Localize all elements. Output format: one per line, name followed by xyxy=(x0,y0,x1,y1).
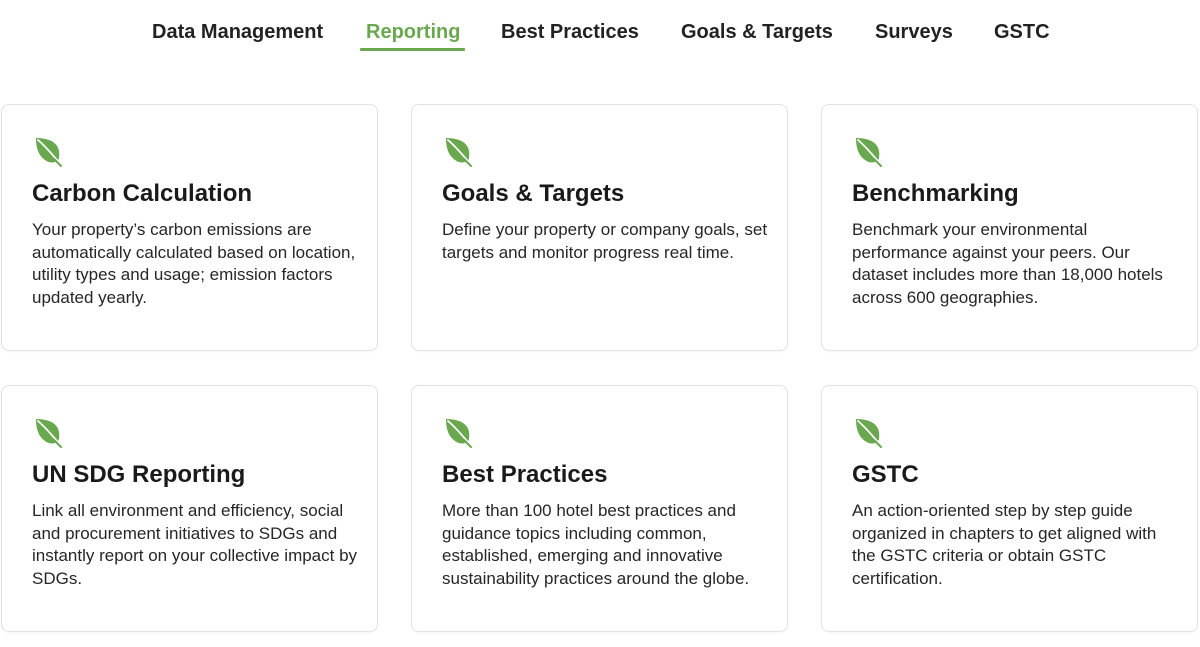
card-description: Benchmark your environmental performance… xyxy=(852,220,1163,307)
active-tab-indicator xyxy=(360,48,465,51)
card-description: Define your property or company goals, s… xyxy=(442,220,768,262)
tab-gstc[interactable]: GSTC xyxy=(994,20,1050,44)
feature-card-benchmarking[interactable]: Benchmarking Benchmark your environmenta… xyxy=(821,104,1198,351)
tab-surveys[interactable]: Surveys xyxy=(875,20,953,44)
card-title: GSTC xyxy=(852,461,919,488)
leaf-icon xyxy=(36,419,62,448)
card-title: UN SDG Reporting xyxy=(32,461,246,488)
feature-card-goals-targets[interactable]: Goals & Targets Define your property or … xyxy=(411,104,788,351)
tab-goals-targets[interactable]: Goals & Targets xyxy=(681,20,833,44)
card-description: An action-oriented step by step guide or… xyxy=(852,501,1157,588)
card-title: Carbon Calculation xyxy=(32,180,253,207)
feature-card-gstc[interactable]: GSTC An action-oriented step by step gui… xyxy=(821,385,1198,632)
card-description: Link all environment and efficiency, soc… xyxy=(32,501,358,588)
leaf-icon xyxy=(446,138,472,167)
card-description: Your property’s carbon emissions are aut… xyxy=(32,220,356,307)
tab-best-practices[interactable]: Best Practices xyxy=(501,20,639,44)
leaf-icon xyxy=(856,138,882,167)
leaf-icon xyxy=(446,419,472,448)
leaf-icon xyxy=(36,138,62,167)
feature-card-best-practices[interactable]: Best Practices More than 100 hotel best … xyxy=(411,385,788,632)
card-title: Best Practices xyxy=(442,461,608,488)
card-title: Benchmarking xyxy=(852,180,1019,207)
card-title: Goals & Targets xyxy=(442,180,625,207)
card-description: More than 100 hotel best practices and g… xyxy=(442,501,750,588)
feature-card-carbon-calculation[interactable]: Carbon Calculation Your property’s carbo… xyxy=(1,104,378,351)
leaf-icon xyxy=(856,419,882,448)
feature-card-un-sdg-reporting[interactable]: UN SDG Reporting Link all environment an… xyxy=(1,385,378,632)
tab-data-management[interactable]: Data Management xyxy=(152,20,323,44)
tab-reporting[interactable]: Reporting xyxy=(366,20,460,44)
nav-tabs: Data Management Reporting Best Practices… xyxy=(0,0,1200,60)
